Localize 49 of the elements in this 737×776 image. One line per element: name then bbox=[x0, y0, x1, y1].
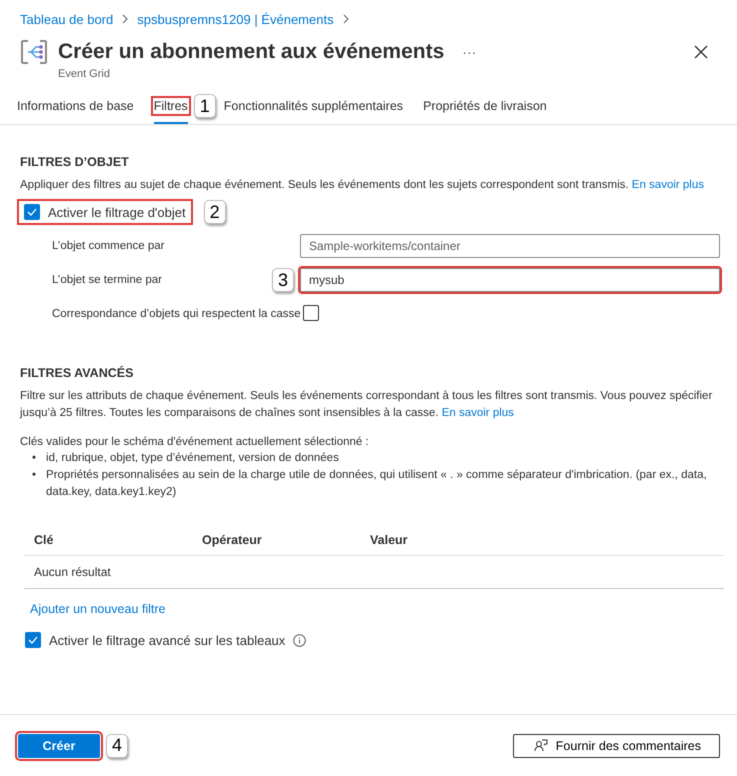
page-subtitle: Event Grid bbox=[58, 68, 111, 80]
feedback-icon bbox=[534, 738, 548, 752]
section-heading: FILTRES D’OBJET bbox=[20, 155, 130, 169]
key-list-item: Propriétés personnalisées au sein de la charge utile de données, qui utilisent « . » comme séparateur d'imbrication. (par ex., data, data.key, data.key1.key2) bbox=[46, 468, 708, 500]
close-icon[interactable] bbox=[694, 45, 708, 59]
section-description: Filtre sur les attributs de chaque événement. Seuls les événements correspondant à tous les filtres sont transmis. Vous pouvez spécifier jusqu’à 25 filtres. Toutes les comparaisons de chaînes sont insensibles à la casse. En savoir plus bbox=[20, 389, 714, 421]
tab[interactable]: Propriétés de livraison bbox=[423, 95, 547, 124]
learn-more-link[interactable]: En savoir plus bbox=[442, 407, 514, 419]
keys-intro: Clés valides pour le schéma d'événement actuellement sélectionné : bbox=[20, 436, 370, 448]
empty-message: Aucun résultat bbox=[34, 565, 111, 579]
column-header: Clé bbox=[24, 525, 192, 556]
checkbox[interactable] bbox=[302, 305, 319, 321]
column-header: Opérateur bbox=[192, 525, 360, 556]
text-field[interactable]: Sample-workitems/container bbox=[300, 234, 720, 258]
checkbox-label: Activer le filtrage d'objet bbox=[48, 204, 186, 220]
section-heading: FILTRES AVANCÉS bbox=[20, 366, 134, 380]
column-header: Valeur bbox=[360, 525, 724, 556]
info-icon[interactable] bbox=[293, 634, 306, 646]
page-title: Créer un abonnement aux événements bbox=[58, 40, 444, 64]
learn-more-link[interactable]: En savoir plus bbox=[632, 179, 704, 191]
key-list-item: id, rubrique, objet, type d’événement, version de données bbox=[46, 451, 339, 466]
callout-number: 4 bbox=[106, 734, 128, 758]
add-filter-link[interactable]: Ajouter un nouveau filtre bbox=[30, 602, 166, 616]
create-button[interactable]: Créer bbox=[18, 734, 100, 758]
tab[interactable]: Fonctionnalités supplémentaires bbox=[224, 95, 404, 124]
more-options[interactable]: ··· bbox=[462, 44, 476, 60]
checkmark-icon bbox=[27, 208, 37, 216]
breadcrumb-link[interactable]: Tableau de bord bbox=[20, 12, 114, 26]
bullet: • bbox=[32, 451, 36, 466]
text-field[interactable]: mysub bbox=[300, 268, 720, 292]
chevron-icon bbox=[342, 14, 350, 24]
chevron-icon bbox=[121, 14, 130, 24]
feedback-button[interactable]: Fournir des commentaires bbox=[512, 734, 720, 758]
callout-number: 3 bbox=[272, 268, 294, 292]
checkmark-icon bbox=[28, 636, 38, 644]
checkbox[interactable] bbox=[25, 632, 41, 648]
tab[interactable]: Informations de base bbox=[17, 95, 134, 124]
bullet: • bbox=[32, 468, 36, 483]
tab[interactable]: Filtres bbox=[154, 95, 188, 124]
section-description: Appliquer des filtres au sujet de chaque événement. Seuls les événements dont les sujets correspondent sont transmis. En savoir plus bbox=[20, 178, 706, 193]
checkbox-label: Activer le filtrage avancé sur les tableaux bbox=[49, 632, 286, 648]
callout-number: 1 bbox=[194, 94, 216, 118]
checkbox[interactable] bbox=[24, 204, 40, 220]
field-label: L’objet se termine par bbox=[52, 274, 163, 286]
callout-number: 2 bbox=[204, 200, 226, 224]
field-label: Correspondance d’objets qui respectent la casse bbox=[52, 308, 301, 320]
event-grid-icon bbox=[20, 38, 48, 66]
breadcrumb-link[interactable]: spsbuspremns1209 | Événements bbox=[137, 12, 334, 26]
field-label: L’objet commence par bbox=[52, 240, 166, 252]
